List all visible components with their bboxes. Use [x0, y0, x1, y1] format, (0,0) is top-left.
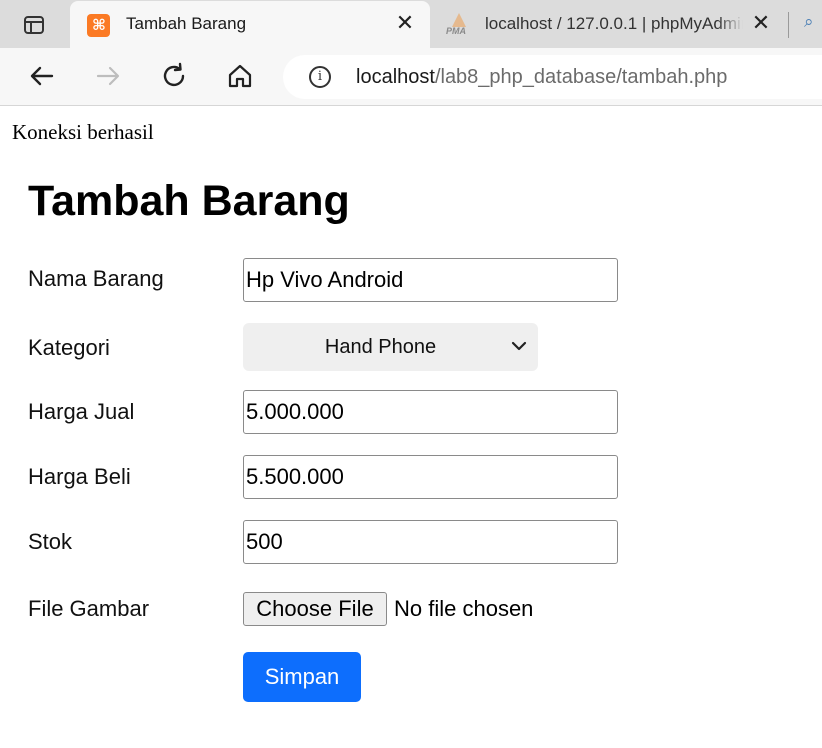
tab-phpmyadmin[interactable]: PMA localhost / 127.0.0.1 | phpMyAdmin ✕ [432, 1, 788, 48]
forward-arrow-icon[interactable] [93, 61, 123, 91]
url-text[interactable]: localhost/lab8_php_database/tambah.php [356, 66, 727, 89]
tab-actions-icon[interactable] [20, 12, 48, 38]
search-icon[interactable]: ⌕ [804, 12, 814, 32]
chevron-down-icon [511, 341, 527, 351]
address-bar[interactable]: i localhost/lab8_php_database/tambah.php [283, 55, 822, 99]
choose-file-button[interactable]: Choose File [243, 592, 387, 626]
xampp-icon: ⌘ [87, 14, 110, 37]
tab-divider [788, 12, 789, 38]
close-tab-icon[interactable]: ✕ [394, 11, 416, 35]
file-status-text: No file chosen [394, 596, 534, 621]
nama-barang-label: Nama Barang [28, 266, 164, 291]
file-gambar-label: File Gambar [28, 596, 150, 621]
stok-input[interactable]: 500 [243, 520, 618, 564]
connection-status: Koneksi berhasil [12, 120, 154, 144]
harga-jual-label: Harga Jual [28, 399, 135, 424]
info-icon[interactable]: i [309, 66, 331, 88]
phpmyadmin-icon: PMA [446, 13, 472, 37]
harga-jual-input[interactable]: 5.000.000 [243, 390, 618, 434]
stok-label: Stok [28, 529, 73, 554]
harga-beli-input[interactable]: 5.500.000 [243, 455, 618, 499]
nama-barang-input[interactable]: Hp Vivo Android [243, 258, 618, 302]
kategori-label: Kategori [28, 335, 110, 360]
tab-title: Tambah Barang [126, 14, 247, 33]
back-arrow-icon[interactable] [27, 61, 57, 91]
browser-toolbar: i localhost/lab8_php_database/tambah.php [0, 48, 822, 106]
browser-tab-bar: ⌘ Tambah Barang ✕ PMA localhost / 127.0.… [0, 0, 822, 48]
tab-title: localhost / 127.0.0.1 | phpMyAdmin [485, 14, 743, 34]
close-tab-icon[interactable]: ✕ [750, 11, 772, 35]
page-title: Tambah Barang [28, 177, 350, 225]
home-icon[interactable] [225, 61, 255, 91]
reload-icon[interactable] [159, 61, 189, 91]
tab-tambah-barang[interactable]: ⌘ Tambah Barang ✕ [70, 1, 430, 48]
harga-beli-label: Harga Beli [28, 464, 131, 489]
simpan-button[interactable]: Simpan [243, 652, 361, 702]
kategori-select[interactable]: Hand Phone [243, 323, 538, 371]
